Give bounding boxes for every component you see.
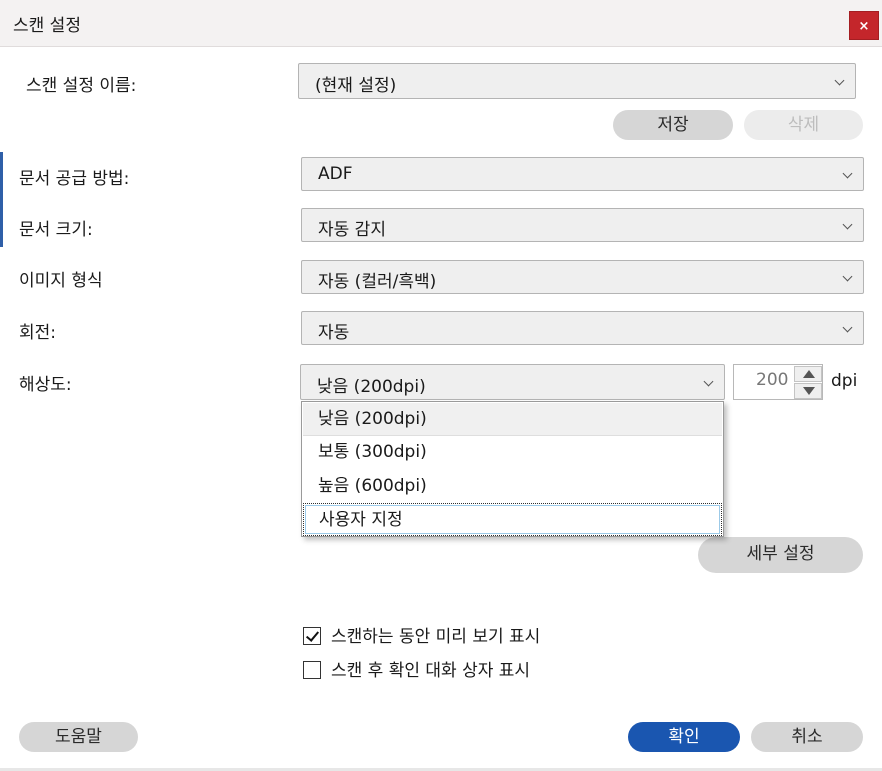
- close-button[interactable]: ×: [849, 11, 879, 40]
- focus-accent-bar: [0, 152, 3, 247]
- dpi-decrement-button[interactable]: [794, 383, 822, 399]
- image-type-label: 이미지 형식: [19, 271, 103, 291]
- image-type-select[interactable]: 자동 (컬러/흑백): [301, 260, 864, 294]
- doc-size-value: 자동 감지: [318, 220, 386, 240]
- save-button[interactable]: 저장: [613, 110, 733, 140]
- resolution-option-low[interactable]: 낮음 (200dpi): [303, 403, 722, 436]
- feed-select[interactable]: ADF: [301, 157, 864, 191]
- resolution-option-normal[interactable]: 보통 (300dpi): [303, 436, 722, 469]
- settings-name-value: (현재 설정): [315, 76, 397, 96]
- chevron-down-icon: [842, 271, 853, 282]
- doc-size-select[interactable]: 자동 감지: [301, 208, 864, 242]
- chevron-down-icon: [834, 75, 845, 86]
- resolution-option-high[interactable]: 높음 (600dpi): [303, 470, 722, 503]
- cancel-button[interactable]: 취소: [751, 722, 863, 752]
- confirm-dialog-checkbox-label[interactable]: 스캔 후 확인 대화 상자 표시: [331, 656, 530, 681]
- dpi-increment-button[interactable]: [794, 366, 822, 382]
- resolution-label: 해상도:: [19, 375, 72, 395]
- resolution-dropdown-list: 낮음 (200dpi) 보통 (300dpi) 높음 (600dpi) 사용자 …: [301, 401, 724, 537]
- feed-value: ADF: [318, 164, 353, 184]
- dpi-value[interactable]: 200: [756, 370, 788, 390]
- rotation-label: 회전:: [19, 323, 57, 343]
- resolution-value: 낮음 (200dpi): [317, 377, 426, 397]
- window-title: 스캔 설정: [13, 16, 81, 36]
- settings-name-select[interactable]: (현재 설정): [298, 63, 856, 99]
- advanced-settings-button[interactable]: 세부 설정: [698, 537, 863, 573]
- preview-checkbox[interactable]: [303, 627, 321, 645]
- chevron-down-icon: [703, 376, 714, 387]
- chevron-down-icon: [842, 322, 853, 333]
- confirm-dialog-checkbox[interactable]: [303, 661, 321, 679]
- delete-button[interactable]: 삭제: [744, 110, 863, 140]
- doc-size-label: 문서 크기:: [19, 220, 93, 240]
- image-type-value: 자동 (컬러/흑백): [318, 272, 437, 292]
- dpi-unit-label: dpi: [831, 371, 858, 391]
- settings-name-label: 스캔 설정 이름:: [26, 76, 137, 96]
- arrow-up-icon: [803, 370, 815, 378]
- dpi-spinner[interactable]: 200: [733, 364, 823, 400]
- resolution-select[interactable]: 낮음 (200dpi): [300, 364, 725, 400]
- chevron-down-icon: [842, 219, 853, 230]
- close-icon: ×: [858, 19, 870, 34]
- preview-checkbox-label[interactable]: 스캔하는 동안 미리 보기 표시: [331, 622, 540, 647]
- feed-label: 문서 공급 방법:: [19, 169, 130, 189]
- ok-button[interactable]: 확인: [628, 722, 740, 752]
- checkmark-icon: [305, 628, 320, 642]
- chevron-down-icon: [842, 168, 853, 179]
- arrow-down-icon: [803, 387, 815, 395]
- resolution-option-custom[interactable]: 사용자 지정: [303, 503, 722, 536]
- title-bar: 스캔 설정 ×: [0, 0, 882, 47]
- rotation-value: 자동: [318, 323, 350, 343]
- help-button[interactable]: 도움말: [19, 722, 138, 752]
- rotation-select[interactable]: 자동: [301, 311, 864, 345]
